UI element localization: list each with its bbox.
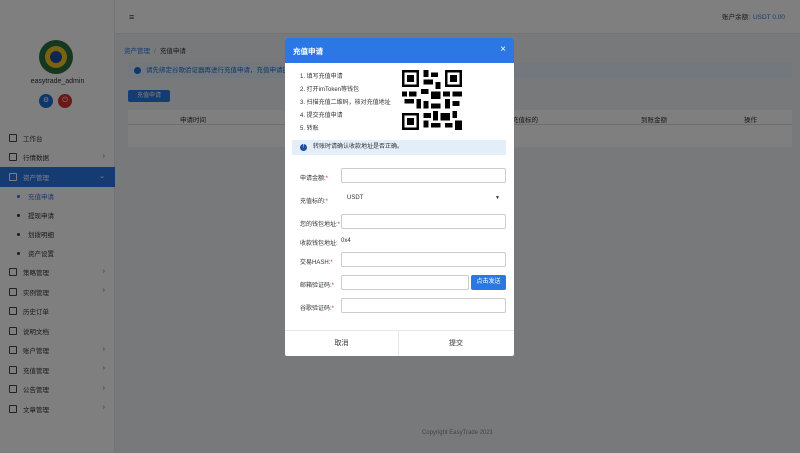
required-mark: * xyxy=(331,283,335,289)
recharge-modal: 充值申请 × 1. 填写充值申请 2. 打开imToken等钱包 3. 扫描充值… xyxy=(285,38,514,356)
asset-select[interactable]: USDT ▼ xyxy=(341,191,506,206)
receive-label: 收款钱包地址: xyxy=(300,241,338,247)
asset-select-value: USDT xyxy=(347,195,364,201)
step-item: 4. 提交充值申请 xyxy=(300,113,343,119)
receive-address-value: 0x4 xyxy=(341,238,351,244)
google-code-label-text: 谷歌验证码: xyxy=(300,306,332,312)
asset-label: 充值标的:* xyxy=(300,196,328,205)
step-item: 1. 填写充值申请 xyxy=(300,74,343,80)
tip-text: 转账时请确认收款地址是否正确。 xyxy=(313,144,404,150)
hash-label: 交易HASH:* xyxy=(300,257,333,266)
required-mark: * xyxy=(337,222,341,228)
modal-header: 充值申请 × xyxy=(285,38,514,63)
qr-code-icon xyxy=(402,70,462,130)
wallet-label: 您的钱包地址:* xyxy=(300,219,340,228)
modal-title: 充值申请 xyxy=(293,47,323,56)
email-code-label-text: 邮箱验证码: xyxy=(300,283,332,289)
wallet-label-text: 您的钱包地址: xyxy=(300,222,338,228)
amount-label-text: 申请金额: xyxy=(300,176,326,182)
email-code-input[interactable] xyxy=(341,275,469,290)
step-item: 3. 扫描充值二维码，核对充值地址 xyxy=(300,100,391,106)
step-item: 2. 打开imToken等钱包 xyxy=(300,87,360,93)
amount-label: 申请金额:* xyxy=(300,173,328,182)
required-mark: * xyxy=(331,306,335,312)
caret-down-icon: ▼ xyxy=(495,195,500,201)
cancel-button[interactable]: 取消 xyxy=(285,331,399,356)
google-code-label: 谷歌验证码:* xyxy=(300,303,334,312)
submit-button[interactable]: 提交 xyxy=(399,331,513,356)
send-code-label: 点击发送 xyxy=(476,279,501,285)
tip-bar: ! 转账时请确认收款地址是否正确。 xyxy=(292,140,506,155)
steps-list: 1. 填写充值申请 2. 打开imToken等钱包 3. 扫描充值二维码，核对充… xyxy=(300,71,391,136)
close-icon[interactable]: × xyxy=(500,44,506,55)
required-mark: * xyxy=(325,176,329,182)
amount-input[interactable] xyxy=(341,168,506,183)
step-item: 5. 转账 xyxy=(300,126,319,132)
send-code-button[interactable]: 点击发送 xyxy=(471,275,506,290)
info-icon: ! xyxy=(300,144,307,151)
google-code-input[interactable] xyxy=(341,298,506,313)
modal-footer: 取消 提交 xyxy=(285,330,514,356)
hash-label-text: 交易HASH: xyxy=(300,260,331,266)
wallet-address-input[interactable] xyxy=(341,214,506,229)
required-mark: * xyxy=(325,199,329,205)
email-code-label: 邮箱验证码:* xyxy=(300,280,334,289)
required-mark: * xyxy=(330,260,333,266)
tx-hash-input[interactable] xyxy=(341,252,506,267)
asset-label-text: 充值标的: xyxy=(300,199,326,205)
